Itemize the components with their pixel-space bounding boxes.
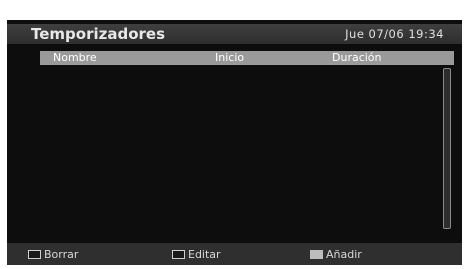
edit-button[interactable]: Editar xyxy=(172,243,221,265)
date-time-display: Jue 07/06 19:34 xyxy=(345,27,444,41)
delete-button-label: Borrar xyxy=(44,247,79,261)
color-key-icon xyxy=(28,249,41,259)
timer-list[interactable] xyxy=(40,66,440,231)
column-header: Nombre Inicio Duración xyxy=(40,51,454,65)
delete-button[interactable]: Borrar xyxy=(28,243,78,265)
column-duration: Duración xyxy=(332,51,382,64)
add-button[interactable]: Añadir xyxy=(310,243,362,265)
add-button-label: Añadir xyxy=(326,247,362,261)
column-start: Inicio xyxy=(215,51,245,64)
edit-button-label: Editar xyxy=(188,247,221,261)
color-key-icon xyxy=(310,249,323,259)
page-title: Temporizadores xyxy=(31,25,166,43)
color-key-icon xyxy=(172,249,185,259)
tv-screen: Temporizadores Jue 07/06 19:34 Nombre In… xyxy=(7,20,462,265)
column-name: Nombre xyxy=(53,51,97,64)
footer-bar: Borrar Editar Añadir xyxy=(7,243,462,265)
title-bar: Temporizadores Jue 07/06 19:34 xyxy=(7,24,462,44)
scrollbar[interactable] xyxy=(443,68,451,229)
